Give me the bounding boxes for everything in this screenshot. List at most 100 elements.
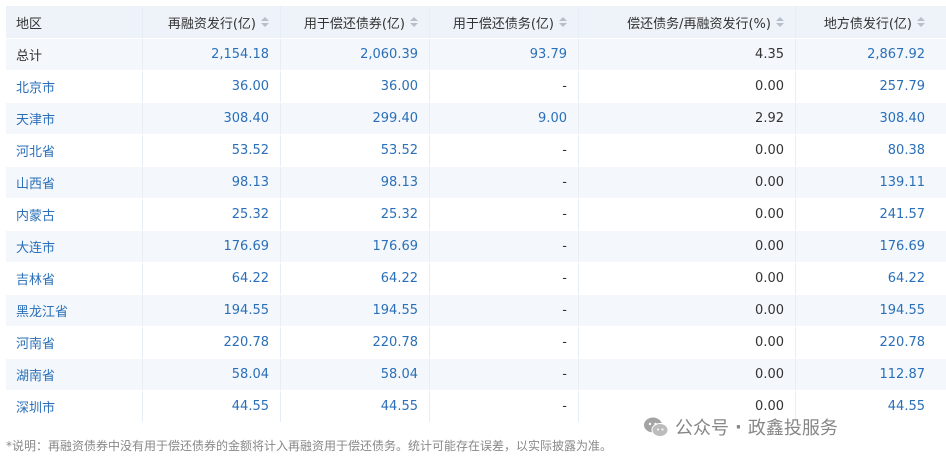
cell-region[interactable]: 吉林省 — [6, 263, 143, 294]
wechat-icon — [643, 416, 669, 438]
cell-ratio: 0.00 — [579, 71, 796, 102]
cell-local-debt[interactable]: 2,867.92 — [796, 39, 936, 70]
cell-refinance[interactable]: 2,154.18 — [143, 39, 281, 70]
cell-ratio: 0.00 — [579, 199, 796, 230]
cell-region[interactable]: 大连市 — [6, 231, 143, 262]
cell-region[interactable]: 深圳市 — [6, 391, 143, 422]
cell-ratio: 0.00 — [579, 295, 796, 326]
cell-repay-bonds[interactable]: 176.69 — [281, 231, 430, 262]
cell-refinance[interactable]: 53.52 — [143, 135, 281, 166]
watermark-source: 公众号 — [675, 418, 729, 439]
header-refinance[interactable]: 再融资发行(亿) — [143, 6, 281, 38]
cell-repay-bonds[interactable]: 2,060.39 — [281, 39, 430, 70]
cell-refinance[interactable]: 194.55 — [143, 295, 281, 326]
cell-repay-bonds[interactable]: 194.55 — [281, 295, 430, 326]
cell-refinance[interactable]: 64.22 — [143, 263, 281, 294]
cell-region[interactable]: 黑龙江省 — [6, 295, 143, 326]
cell-repay-bonds[interactable]: 36.00 — [281, 71, 430, 102]
cell-ratio: 4.35 — [579, 39, 796, 70]
cell-ratio: 0.00 — [579, 327, 796, 358]
cell-local-debt[interactable]: 80.38 — [796, 135, 936, 166]
cell-region[interactable]: 河北省 — [6, 135, 143, 166]
cell-refinance[interactable]: 308.40 — [143, 103, 281, 134]
cell-local-debt[interactable]: 112.87 — [796, 359, 936, 390]
sort-icon[interactable] — [917, 17, 925, 27]
watermark-account: 政鑫投服务 — [747, 418, 838, 439]
cell-repay-bonds[interactable]: 44.55 — [281, 391, 430, 422]
cell-ratio: 0.00 — [579, 135, 796, 166]
cell-region: 总计 — [6, 39, 143, 70]
cell-repay-bonds[interactable]: 53.52 — [281, 135, 430, 166]
cell-refinance[interactable]: 25.32 — [143, 199, 281, 230]
cell-local-debt[interactable]: 194.55 — [796, 295, 936, 326]
table-row: 天津市 308.40 299.40 9.00 2.92 308.40 — [6, 103, 946, 135]
cell-refinance[interactable]: 98.13 — [143, 167, 281, 198]
cell-local-debt[interactable]: 308.40 — [796, 103, 936, 134]
cell-region[interactable]: 内蒙古 — [6, 199, 143, 230]
cell-refinance[interactable]: 220.78 — [143, 327, 281, 358]
table-body: 总计 2,154.18 2,060.39 93.79 4.35 2,867.92 北京市 36… — [6, 39, 946, 423]
cell-region[interactable]: 天津市 — [6, 103, 143, 134]
cell-repay-debt: - — [430, 327, 579, 358]
cell-repay-debt: - — [430, 135, 579, 166]
cell-local-debt[interactable]: 64.22 — [796, 263, 936, 294]
cell-region[interactable]: 湖南省 — [6, 359, 143, 390]
cell-region[interactable]: 北京市 — [6, 71, 143, 102]
cell-repay-debt: - — [430, 167, 579, 198]
cell-repay-debt: - — [430, 199, 579, 230]
table-row: 河北省 53.52 53.52-0.00 80.38 — [6, 135, 946, 167]
cell-region[interactable]: 河南省 — [6, 327, 143, 358]
cell-ratio: 2.92 — [579, 103, 796, 134]
cell-repay-bonds[interactable]: 64.22 — [281, 263, 430, 294]
cell-repay-debt[interactable]: 93.79 — [430, 39, 579, 70]
cell-local-debt[interactable]: 139.11 — [796, 167, 936, 198]
cell-local-debt[interactable]: 176.69 — [796, 231, 936, 262]
sort-icon[interactable] — [559, 17, 567, 27]
header-local-debt[interactable]: 地方债发行(亿) — [796, 6, 936, 38]
header-repay-debt[interactable]: 用于偿还债务(亿) — [430, 6, 579, 38]
cell-local-debt[interactable]: 241.57 — [796, 199, 936, 230]
watermark: 公众号 · 政鑫投服务 — [643, 414, 838, 440]
cell-repay-debt: - — [430, 231, 579, 262]
cell-repay-bonds[interactable]: 58.04 — [281, 359, 430, 390]
cell-repay-debt[interactable]: 9.00 — [430, 103, 579, 134]
cell-ratio: 0.00 — [579, 231, 796, 262]
cell-repay-bonds[interactable]: 25.32 — [281, 199, 430, 230]
cell-region[interactable]: 山西省 — [6, 167, 143, 198]
table-row: 山西省 98.13 98.13-0.00 139.11 — [6, 167, 946, 199]
cell-repay-bonds[interactable]: 98.13 — [281, 167, 430, 198]
cell-repay-bonds[interactable]: 299.40 — [281, 103, 430, 134]
sort-icon[interactable] — [261, 17, 269, 27]
header-region[interactable]: 地区 — [6, 6, 143, 38]
cell-local-debt[interactable]: 220.78 — [796, 327, 936, 358]
table-row: 河南省 220.78 220.78-0.00 220.78 — [6, 327, 946, 359]
table-row: 总计 2,154.18 2,060.39 93.79 4.35 2,867.92 — [6, 39, 946, 71]
table-row: 大连市 176.69 176.69-0.00 176.69 — [6, 231, 946, 263]
cell-refinance[interactable]: 36.00 — [143, 71, 281, 102]
cell-repay-debt: - — [430, 359, 579, 390]
table-header: 地区 再融资发行(亿) 用于偿还债券(亿) 用于偿还债务(亿) 偿还债务/再融资… — [6, 6, 946, 39]
table-row: 内蒙古 25.32 25.32-0.00 241.57 — [6, 199, 946, 231]
data-table: 地区 再融资发行(亿) 用于偿还债券(亿) 用于偿还债务(亿) 偿还债务/再融资… — [6, 6, 946, 423]
watermark-separator: · — [735, 416, 742, 438]
cell-ratio: 0.00 — [579, 359, 796, 390]
cell-repay-bonds[interactable]: 220.78 — [281, 327, 430, 358]
cell-refinance[interactable]: 176.69 — [143, 231, 281, 262]
sort-icon[interactable] — [410, 17, 418, 27]
sort-icon[interactable] — [776, 17, 784, 27]
cell-repay-debt: - — [430, 71, 579, 102]
cell-local-debt[interactable]: 257.79 — [796, 71, 936, 102]
table-row: 黑龙江省 194.55 194.55-0.00 194.55 — [6, 295, 946, 327]
table-row: 湖南省 58.04 58.04-0.00 112.87 — [6, 359, 946, 391]
header-repay-bonds[interactable]: 用于偿还债券(亿) — [281, 6, 430, 38]
cell-repay-debt: - — [430, 263, 579, 294]
cell-refinance[interactable]: 44.55 — [143, 391, 281, 422]
header-ratio[interactable]: 偿还债务/再融资发行(%) — [579, 6, 796, 38]
cell-ratio: 0.00 — [579, 263, 796, 294]
cell-repay-debt: - — [430, 391, 579, 422]
footnote: *说明：再融资债券中没有用于偿还债券的金额将计入再融资用于偿还债务。统计可能存在… — [6, 439, 613, 453]
table-row: 北京市 36.00 36.00-0.00 257.79 — [6, 71, 946, 103]
table-row: 吉林省 64.22 64.22-0.00 64.22 — [6, 263, 946, 295]
cell-repay-debt: - — [430, 295, 579, 326]
cell-refinance[interactable]: 58.04 — [143, 359, 281, 390]
